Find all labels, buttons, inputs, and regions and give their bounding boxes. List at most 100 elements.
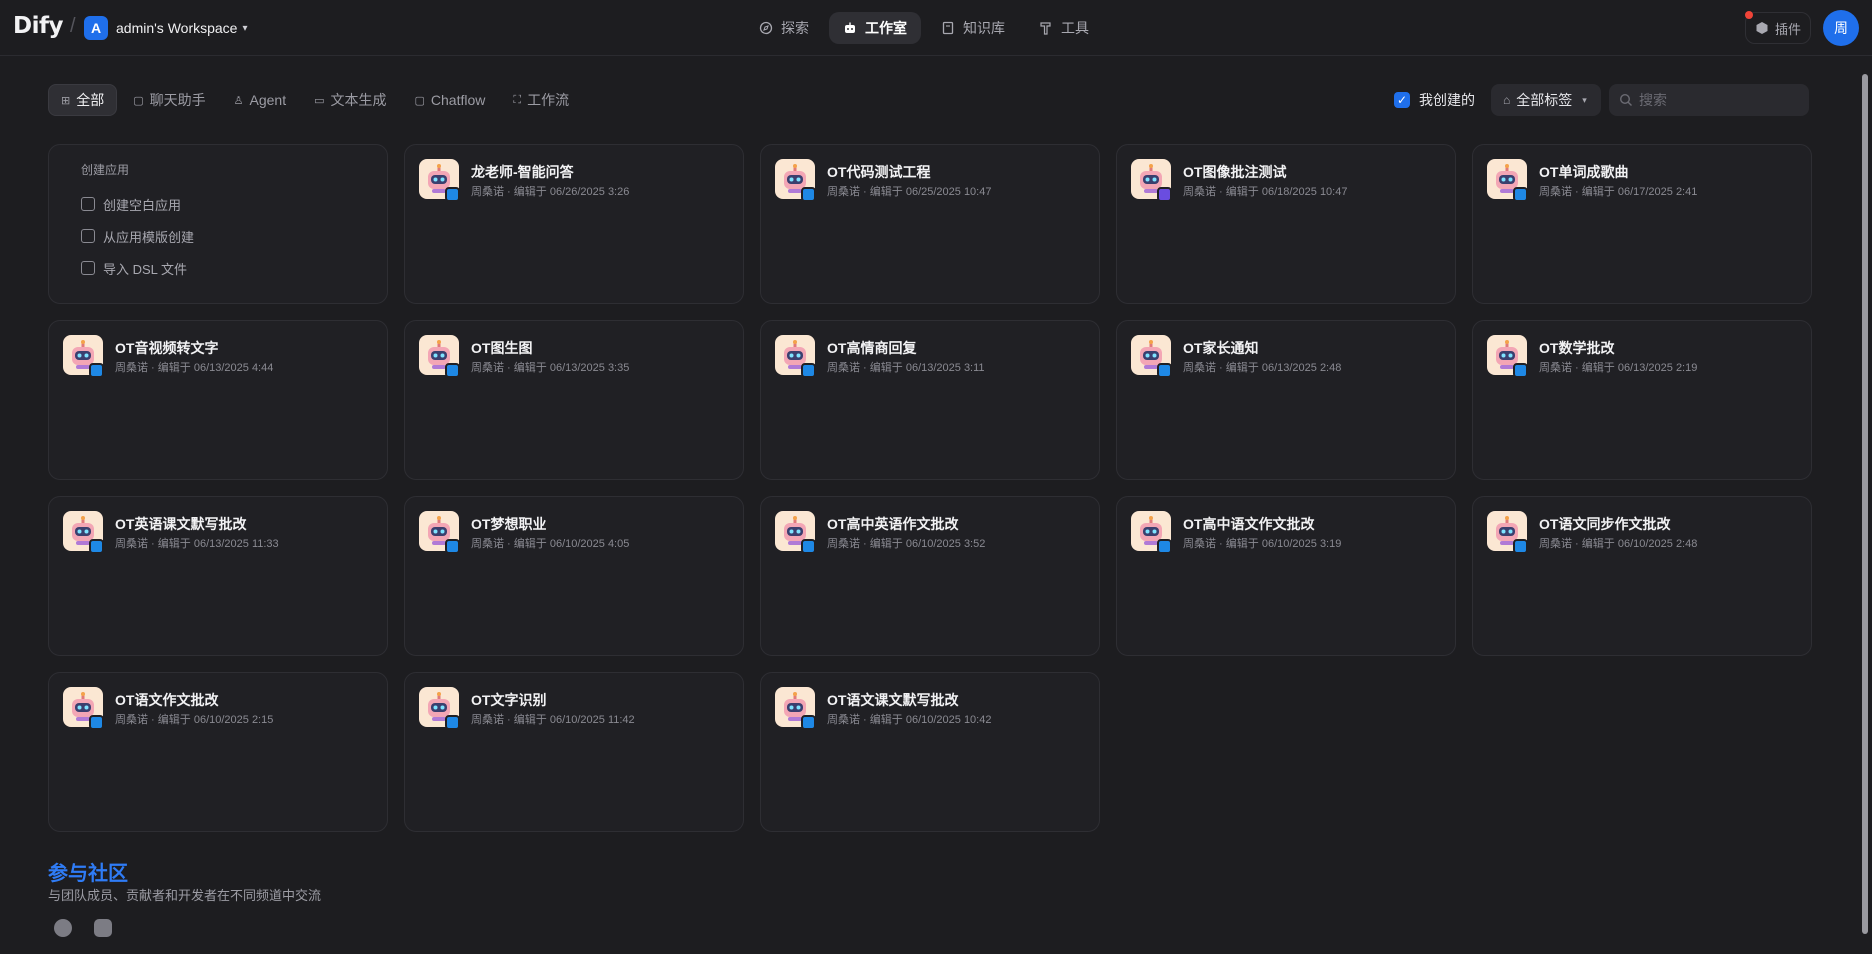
chat-badge-icon	[89, 363, 104, 378]
plugins-button[interactable]: 插件	[1745, 12, 1811, 44]
app-name: OT语文作文批改	[115, 692, 219, 708]
chat-badge-icon	[1513, 363, 1528, 378]
workspace-selector[interactable]: A admin's Workspace ▾	[84, 15, 248, 41]
chat-badge-icon	[445, 187, 460, 202]
chat-badge-icon	[89, 715, 104, 730]
app-name: OT音视频转文字	[115, 340, 219, 356]
filter-workflow[interactable]: ⛶ 工作流	[501, 84, 581, 116]
scrollbar-thumb[interactable]	[1862, 74, 1868, 934]
new-file-icon	[81, 197, 95, 211]
app-meta: 周桑诺 · 编辑于 06/13/2025 2:48	[1183, 362, 1342, 374]
community-title: 参与社区	[48, 863, 128, 885]
app-name: OT英语课文默写批改	[115, 516, 247, 532]
chat-badge-icon	[1157, 363, 1172, 378]
note-icon: ▭	[314, 94, 325, 107]
app-meta: 周桑诺 · 编辑于 06/13/2025 3:11	[827, 362, 985, 374]
filter-chatflow-label: Chatflow	[430, 92, 486, 108]
app-card[interactable]: OT语文作文批改 周桑诺 · 编辑于 06/10/2025 2:15	[48, 672, 388, 832]
search-input[interactable]	[1639, 92, 1799, 108]
app-card[interactable]: OT英语课文默写批改 周桑诺 · 编辑于 06/13/2025 11:33	[48, 496, 388, 656]
create-from-template[interactable]: 从应用模版创建	[81, 220, 387, 252]
app-meta: 周桑诺 · 编辑于 06/10/2025 11:42	[471, 714, 635, 726]
app-card[interactable]: OT图生图周桑诺 · 编辑于 06/13/2025 3:35	[404, 320, 744, 480]
app-card[interactable]: OT高情商回复周桑诺 · 编辑于 06/13/2025 3:11	[760, 320, 1100, 480]
chevron-down-icon: ▾	[1582, 94, 1587, 105]
nav-tools[interactable]: 工具	[1025, 12, 1103, 44]
filter-chat-assistant[interactable]: ▢ 聊天助手	[121, 84, 217, 116]
github-icon[interactable]	[54, 919, 72, 937]
create-blank-app[interactable]: 创建空白应用	[81, 188, 387, 220]
app-name: OT高情商回复	[827, 340, 917, 356]
create-template-label: 从应用模版创建	[103, 229, 195, 245]
workspace-name: admin's Workspace	[116, 20, 238, 36]
grid-icon: ⊞	[61, 94, 71, 107]
app-name: OT文字识别	[471, 692, 547, 708]
nav-explore[interactable]: 探索	[745, 12, 823, 44]
app-card[interactable]: OT单词成歌曲 周桑诺 · 编辑于 06/17/2025 2:41	[1472, 144, 1812, 304]
chat-badge-icon	[1513, 187, 1528, 202]
nav-studio[interactable]: 工作室	[829, 12, 921, 44]
app-meta: 周桑诺 · 编辑于 06/25/2025 10:47	[827, 186, 992, 198]
app-card[interactable]: 龙老师-智能问答 周桑诺 · 编辑于 06/26/2025 3:26	[404, 144, 744, 304]
main-nav: 探索 工作室 知识库 工具	[745, 12, 1103, 44]
app-card[interactable]: OT家长通知 周桑诺 · 编辑于 06/13/2025 2:48	[1116, 320, 1456, 480]
search-box[interactable]	[1609, 84, 1809, 116]
tags-dropdown[interactable]: ⌂ 全部标签 ▾	[1491, 84, 1601, 116]
app-name: OT数学批改	[1539, 340, 1615, 356]
scrollbar[interactable]	[1860, 60, 1870, 950]
nav-tools-label: 工具	[1061, 20, 1089, 36]
app-card[interactable]: OT高中英语作文批改 周桑诺 · 编辑于 06/10/2025 3:52	[760, 496, 1100, 656]
app-card[interactable]: OT音视频转文字周桑诺 · 编辑于 06/13/2025 4:44	[48, 320, 388, 480]
app-meta: 周桑诺 · 编辑于 06/13/2025 4:44	[115, 362, 274, 374]
app-meta: 周桑诺 · 编辑于 06/10/2025 10:42	[827, 714, 992, 726]
app-card[interactable]: OT语文同步作文批改 周桑诺 · 编辑于 06/10/2025 2:48	[1472, 496, 1812, 656]
user-avatar[interactable]: 周	[1823, 10, 1859, 46]
created-by-me-toggle[interactable]: ✓ 我创建的	[1394, 90, 1475, 110]
app-name: 龙老师-智能问答	[471, 164, 574, 180]
import-dsl-label: 导入 DSL 文件	[103, 261, 188, 277]
app-card[interactable]: OT图像批注测试 周桑诺 · 编辑于 06/18/2025 10:47	[1116, 144, 1456, 304]
tag-icon: ⌂	[1503, 93, 1511, 107]
app-card[interactable]: OT高中语文作文批改周桑诺 · 编辑于 06/10/2025 3:19	[1116, 496, 1456, 656]
filter-text-generation[interactable]: ▭ 文本生成	[302, 84, 398, 116]
app-meta: 周桑诺 · 编辑于 06/10/2025 3:19	[1183, 538, 1342, 550]
app-type-filters: ⊞ 全部 ▢ 聊天助手 ♙ Agent ▭ 文本生成 ▢ Chatflow ⛶ …	[48, 84, 581, 116]
app-card[interactable]: OT梦想职业 周桑诺 · 编辑于 06/10/2025 4:05	[404, 496, 744, 656]
filter-all-label: 全部	[76, 92, 105, 108]
import-icon	[81, 261, 95, 275]
app-name: OT高中语文作文批改	[1183, 516, 1315, 532]
app-card[interactable]: OT文字识别周桑诺 · 编辑于 06/10/2025 11:42	[404, 672, 744, 832]
filter-chatflow[interactable]: ▢ Chatflow	[403, 84, 498, 116]
chat-badge-icon	[445, 715, 460, 730]
dify-logo[interactable]: Dify	[13, 13, 63, 39]
filter-text-label: 文本生成	[330, 92, 387, 108]
chatflow-icon: ▢	[414, 94, 425, 107]
app-meta: 周桑诺 · 编辑于 06/13/2025 3:35	[471, 362, 630, 374]
app-name: OT单词成歌曲	[1539, 164, 1629, 180]
filter-all[interactable]: ⊞ 全部	[48, 84, 118, 116]
checkbox-checked-icon[interactable]: ✓	[1394, 92, 1410, 108]
chat-badge-icon	[801, 715, 816, 730]
app-name: OT语文课文默写批改	[827, 692, 959, 708]
app-card[interactable]: OT语文课文默写批改周桑诺 · 编辑于 06/10/2025 10:42	[760, 672, 1100, 832]
app-meta: 周桑诺 · 编辑于 06/13/2025 2:19	[1539, 362, 1698, 374]
discord-icon[interactable]	[94, 919, 112, 937]
app-card[interactable]: OT数学批改周桑诺 · 编辑于 06/13/2025 2:19	[1472, 320, 1812, 480]
filter-agent[interactable]: ♙ Agent	[222, 84, 298, 116]
tags-label: 全部标签	[1516, 92, 1573, 108]
community-subtitle: 与团队成员、贡献者和开发者在不同频道中交流	[48, 888, 322, 903]
app-card[interactable]: OT代码测试工程 周桑诺 · 编辑于 06/25/2025 10:47	[760, 144, 1100, 304]
separator: /	[70, 15, 76, 37]
top-bar: Dify / A admin's Workspace ▾ 探索 工作室 知识库 …	[0, 0, 1872, 56]
filter-chat-label: 聊天助手	[149, 92, 206, 108]
plugins-label: 插件	[1774, 21, 1801, 37]
app-name: OT语文同步作文批改	[1539, 516, 1671, 532]
app-name: OT图像批注测试	[1183, 164, 1287, 180]
chat-badge-icon	[445, 363, 460, 378]
nav-knowledge[interactable]: 知识库	[927, 12, 1019, 44]
chat-badge-icon	[89, 539, 104, 554]
chat-badge-icon	[1157, 539, 1172, 554]
app-name: OT图生图	[471, 340, 533, 356]
app-meta: 周桑诺 · 编辑于 06/10/2025 4:05	[471, 538, 630, 550]
import-dsl-file[interactable]: 导入 DSL 文件	[81, 252, 387, 284]
